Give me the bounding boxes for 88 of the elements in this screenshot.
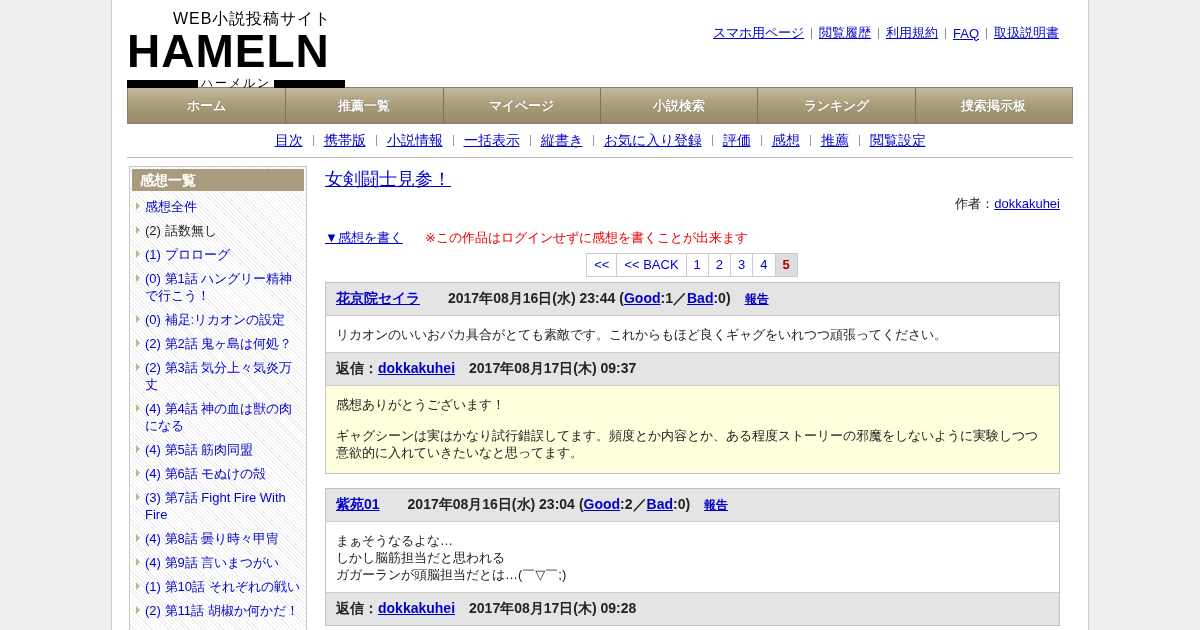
triangle-icon (136, 274, 140, 282)
sidebar-link[interactable]: (4) 第4話 神の血は獣の肉になる (145, 400, 300, 434)
triangle-icon (136, 558, 140, 566)
page-link[interactable]: 5 (774, 253, 798, 277)
vote-count: :0) (713, 290, 731, 306)
sidebar-link[interactable]: (0) 補足:リカオンの設定 (145, 311, 286, 328)
sub-nav-link[interactable]: 縦書き (540, 131, 583, 150)
logo[interactable]: WEB小説投稿サイト HAMELN ハーメルン (127, 10, 345, 90)
reply-date: 2017年08月17日(木) 09:37 (469, 360, 637, 378)
sidebar-link[interactable]: (2) 第2話 鬼ヶ島は何処？ (145, 335, 293, 352)
vote-count: :2／ (620, 496, 647, 514)
reply-author-link[interactable]: dokkakuhei (378, 360, 456, 376)
reply-label: 返信： (336, 360, 378, 378)
sidebar-link[interactable]: (4) 第8話 曇り時々甲冑 (145, 530, 280, 547)
reply-text: 感想ありがとうございます！ (336, 396, 506, 413)
comment-body: リカオンのいいおバカ具合がとても素敵です。これからもほど良くギャグをいれつつ頑張ってください。 (335, 326, 948, 344)
sidebar-link[interactable]: 感想全件 (145, 198, 197, 215)
vote-count: ( (619, 290, 624, 306)
logo-wordmark: HAMELN (127, 28, 330, 74)
sub-nav-link[interactable]: 目次 (274, 131, 303, 150)
logo-bar (127, 79, 198, 88)
vote-count: :0) (673, 496, 691, 512)
page-link[interactable]: 3 (730, 253, 754, 277)
comment-date: 2017年08月16日(水) 23:44 (448, 290, 616, 308)
vote-link[interactable]: Good (624, 290, 661, 306)
comment-body: まぁそうなるよな… しかし脳筋担当だと思われる ガガーランが頭脳担当だとは…(￣▽￣;) (335, 532, 568, 584)
triangle-icon (136, 606, 140, 614)
page-link[interactable]: << (586, 253, 618, 277)
triangle-icon (136, 404, 140, 412)
header-link[interactable]: 利用規約 (886, 24, 938, 42)
page-link[interactable]: << BACK (616, 253, 687, 277)
logo-tagline: WEB小説投稿サイト (173, 10, 333, 28)
novel-title-link[interactable]: 女剣闘士見参！ (325, 167, 451, 191)
sub-nav-link[interactable]: 感想 (771, 131, 800, 150)
sub-nav-link[interactable]: 一括表示 (463, 131, 520, 150)
sidebar-link[interactable]: (1) 第10話 それぞれの戦い (145, 578, 300, 595)
page-link[interactable]: 2 (707, 253, 732, 277)
triangle-icon (136, 202, 140, 210)
report-link[interactable]: 報告 (744, 291, 769, 308)
author-label: 作者： (955, 196, 995, 211)
reply-author-link[interactable]: dokkakuhei (378, 600, 456, 616)
sidebar-link[interactable]: (3) 第7話 Fight Fire With Fire (145, 489, 300, 523)
report-link[interactable]: 報告 (704, 497, 729, 514)
logo-bar (274, 79, 345, 88)
sidebar-link[interactable]: (2) 第3話 気分上々気炎万丈 (145, 359, 300, 393)
login-notice: ※この作品はログインせずに感想を書くことが出来ます (424, 229, 748, 247)
triangle-icon (136, 445, 140, 453)
triangle-icon (136, 469, 140, 477)
vote-count: ( (578, 496, 584, 512)
vote-link[interactable]: Bad (687, 290, 714, 306)
triangle-icon (136, 226, 140, 234)
sidebar-link[interactable]: (0) 第1話 ハングリー精神で行こう！ (145, 270, 300, 304)
sub-nav-link[interactable]: 小説情報 (386, 131, 443, 150)
triangle-icon (136, 250, 140, 258)
sidebar-link[interactable]: (4) 第9話 言いまつがい (145, 554, 280, 571)
logo-subtitle: ハーメルン (201, 77, 271, 90)
triangle-icon (136, 582, 140, 590)
vote-count: :1／ (660, 290, 687, 308)
triangle-icon (136, 493, 140, 501)
reply-label: 返信： (336, 600, 378, 618)
page-link[interactable]: 1 (685, 253, 709, 277)
sub-nav-link[interactable]: 携帯版 (323, 131, 366, 150)
write-comment-link[interactable]: ▼感想を書く (325, 229, 403, 247)
sub-nav-link[interactable]: 閲覧設定 (869, 131, 926, 150)
header-link[interactable]: 閲覧履歴 (819, 24, 871, 42)
sub-nav-link[interactable]: 推薦 (820, 131, 849, 150)
header-link[interactable]: スマホ用ページ (713, 24, 804, 42)
sidebar-title: 感想一覧 (132, 169, 304, 191)
header-link[interactable]: FAQ (953, 25, 979, 41)
commenter-link[interactable]: 花京院セイラ (336, 290, 420, 308)
triangle-icon (136, 315, 140, 323)
author-link[interactable]: dokkakuhei (994, 196, 1060, 211)
sidebar-item: (2) 話数無し (145, 222, 217, 239)
header-link[interactable]: 取扱説明書 (994, 24, 1059, 42)
triangle-icon (136, 339, 140, 347)
reply-text: ギャグシーンは実はかなり試行錯誤してます。頻度とか内容とか、ある程度ストーリーの邪魔をしないように実験しつつ意欲的に入れていきたいなと思ってます。 (336, 427, 1039, 461)
vote-link[interactable]: Bad (646, 496, 673, 512)
sidebar-link[interactable]: (2) 第11話 胡椒か何かだ！ (145, 602, 299, 619)
comment-date: 2017年08月16日(水) 23:04 (407, 496, 575, 514)
triangle-icon (136, 363, 140, 371)
sub-nav-link[interactable]: 評価 (722, 131, 751, 150)
reply-date: 2017年08月17日(木) 09:28 (469, 600, 637, 618)
sidebar-link[interactable]: (4) 第6話 モぬけの殻 (145, 465, 267, 482)
triangle-icon (136, 534, 140, 542)
sidebar-link[interactable]: (4) 第5話 筋肉同盟 (145, 441, 254, 458)
sidebar-link[interactable]: (1) プロローグ (145, 246, 230, 263)
sub-nav-link[interactable]: お気に入り登録 (603, 131, 702, 150)
commenter-link[interactable]: 紫苑01 (336, 496, 380, 514)
